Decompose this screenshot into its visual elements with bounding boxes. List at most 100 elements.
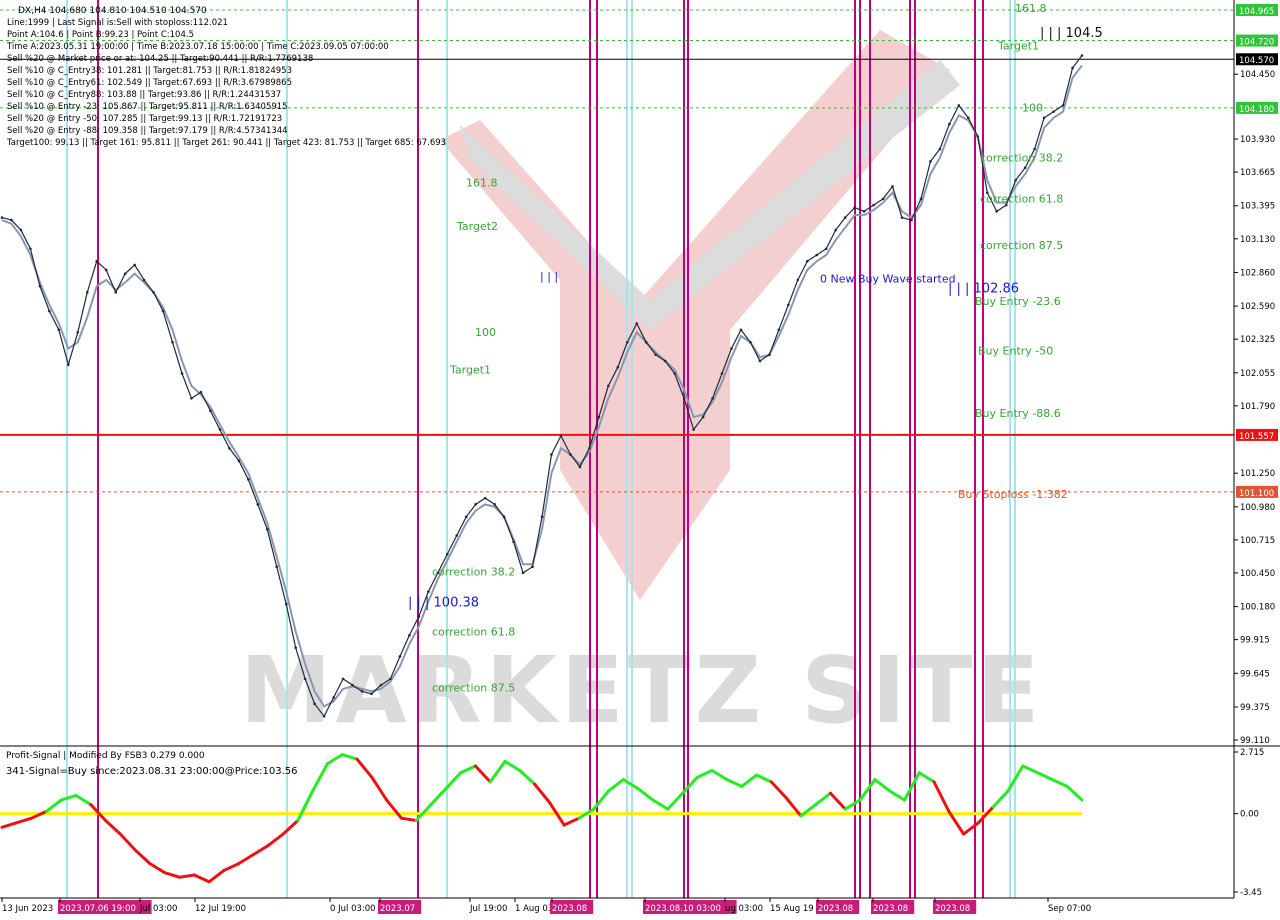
chart-annotation: Target1 <box>997 39 1039 52</box>
x-tick-label: 2023.07.06 19:00 <box>60 904 136 914</box>
price-point <box>938 147 942 151</box>
info-line: Sell %20 @ Entry -88: 109.358 || Target:… <box>7 126 288 136</box>
price-point <box>531 565 534 568</box>
price-point <box>578 465 582 469</box>
info-line: Sell %10 @ C_Entry88: 103.88 || Target:9… <box>7 90 281 100</box>
y-tick-label: 102.860 <box>1240 268 1275 278</box>
price-point <box>559 434 563 438</box>
price-point <box>294 646 297 650</box>
price-point <box>948 122 951 126</box>
chart-annotation: | | | 104.5 <box>1040 26 1103 41</box>
price-level-tag-label: 104.570 <box>1239 56 1274 66</box>
chart-annotation: 0 New Buy Wave started <box>820 272 956 285</box>
chart-annotation: Buy Stoploss -1.382 <box>958 488 1068 501</box>
chart-annotation: Buy Entry -88.6 <box>975 407 1061 420</box>
price-level-tag-label: 101.100 <box>1239 489 1274 499</box>
price-point <box>995 210 999 213</box>
x-tick-label: 15 Aug 19 <box>770 904 814 914</box>
y-tick-label: 99.915 <box>1240 636 1270 646</box>
price-point <box>256 503 260 506</box>
info-line: Line:1999 | Last Signal is:Sell with sto… <box>7 18 228 28</box>
y-tick-label: 100.715 <box>1240 536 1275 546</box>
price-point <box>10 218 13 222</box>
chart-annotation: | | | <box>540 270 558 283</box>
price-level-tag-label: 104.965 <box>1239 7 1274 17</box>
y-tick-label: 102.590 <box>1240 302 1275 312</box>
price-point <box>1033 147 1036 151</box>
chart-annotation: correction 61.8 <box>432 625 515 638</box>
price-point <box>133 263 136 267</box>
price-point <box>796 278 800 282</box>
price-point <box>284 602 288 606</box>
price-point <box>171 340 174 344</box>
x-tick-label: 1 Aug 03 <box>515 904 553 914</box>
price-point <box>540 515 544 519</box>
price-point <box>199 390 203 394</box>
price-point <box>237 459 241 463</box>
y-tick-label: 103.395 <box>1240 202 1275 212</box>
x-tick-label: 0 Jul 03:00 <box>330 904 376 914</box>
price-point <box>417 615 421 618</box>
price-point <box>616 365 620 369</box>
price-point <box>550 453 553 456</box>
price-point <box>967 116 970 120</box>
price-point <box>474 503 477 506</box>
price-point <box>569 453 572 456</box>
price-point <box>427 590 430 593</box>
price-point <box>29 247 32 251</box>
price-point <box>588 446 591 450</box>
price-point <box>398 655 402 658</box>
price-point <box>95 259 99 263</box>
chart-annotation: correction 87.5 <box>432 681 515 694</box>
price-point <box>815 253 819 257</box>
price-point <box>123 272 127 275</box>
y-tick-label: 100.180 <box>1240 603 1275 613</box>
symbol-line: DX,H4 104.680 104.810 104.510 104.570 <box>18 6 207 16</box>
price-point <box>209 409 212 413</box>
y-tick-label: 99.110 <box>1240 736 1270 746</box>
price-point <box>57 328 61 332</box>
price-point <box>76 330 80 334</box>
price-point <box>408 633 411 637</box>
x-tick-label: ug 03:00 <box>725 904 763 914</box>
price-point <box>521 571 525 575</box>
price-point <box>787 303 790 307</box>
y-tick-label: 101.250 <box>1240 469 1275 479</box>
price-level-tag-label: 101.557 <box>1239 432 1274 442</box>
price-point <box>228 446 231 450</box>
y-tick-label: 100.450 <box>1240 569 1275 579</box>
osc-y-tick-label: 2.715 <box>1240 748 1264 758</box>
osc-subtitle: 341-Signal=Buy since:2023.08.31 23:00:00… <box>6 766 298 777</box>
y-tick-label: 103.130 <box>1240 235 1275 245</box>
info-line: Target100: 99.13 || Target 161: 95.811 |… <box>6 138 446 148</box>
chart-annotation: 100 <box>1022 102 1043 115</box>
price-point <box>0 216 4 219</box>
price-point <box>303 677 307 681</box>
price-point <box>464 515 468 519</box>
price-point <box>711 397 714 400</box>
price-point <box>824 247 828 251</box>
y-tick-label: 103.930 <box>1240 135 1275 145</box>
price-point <box>1042 116 1046 120</box>
x-tick-label: Jul 03:00 <box>139 904 177 914</box>
price-point <box>644 340 648 344</box>
price-point <box>1052 110 1055 113</box>
x-tick-label: 2023.08 <box>873 904 908 914</box>
price-point <box>512 540 515 544</box>
info-line: Sell %20 @ Entry -50: 107.285 || Target:… <box>7 114 282 124</box>
price-point <box>38 284 42 288</box>
x-tick-label: 12 Jul 19:00 <box>195 904 246 914</box>
chart-annotation: 161.8 <box>1015 2 1047 15</box>
price-point <box>1061 104 1065 107</box>
y-tick-label: 100.980 <box>1240 503 1275 513</box>
price-point <box>635 322 639 325</box>
price-point <box>891 185 894 188</box>
osc-y-tick-label: -3.45 <box>1240 888 1262 898</box>
price-point <box>19 228 23 232</box>
y-tick-label: 103.665 <box>1240 168 1275 178</box>
price-point <box>360 690 364 693</box>
price-point <box>190 397 193 400</box>
price-point <box>322 715 326 718</box>
price-point <box>900 216 904 219</box>
info-line: Time A:2023.05.31 19:00:00 | Time B:2023… <box>6 42 389 52</box>
